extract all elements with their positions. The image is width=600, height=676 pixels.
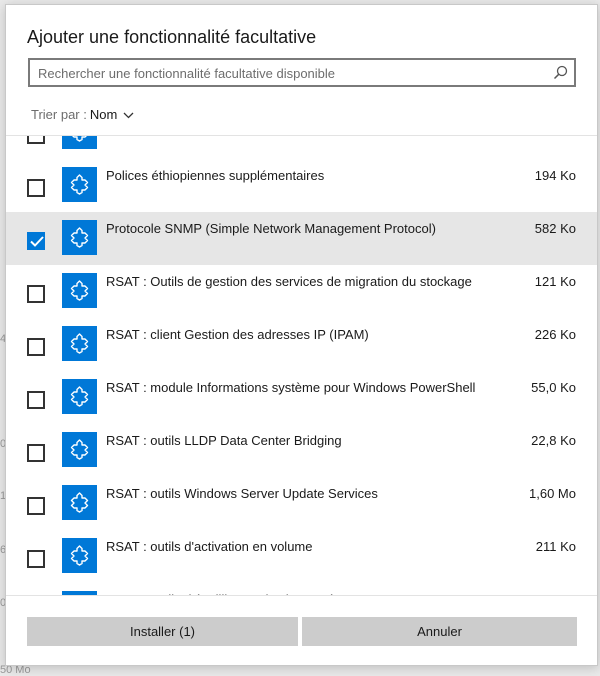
feature-checkbox[interactable] xyxy=(27,285,45,303)
puzzle-gear-icon xyxy=(70,386,89,407)
feature-row[interactable]: Protocole SNMP (Simple Network Managemen… xyxy=(6,212,597,265)
feature-name: Protocole SNMP (Simple Network Managemen… xyxy=(106,221,436,236)
feature-name: RSAT : Outils de gestion des services de… xyxy=(106,274,472,289)
feature-checkbox[interactable] xyxy=(27,497,45,515)
feature-size: 267 Ko xyxy=(535,592,576,595)
feature-row[interactable]: RSAT : outils LLDP Data Center Bridging 2… xyxy=(6,424,597,477)
feature-icon xyxy=(62,136,97,149)
checkmark-icon xyxy=(30,236,44,247)
feature-icon xyxy=(62,326,97,361)
feature-name: Polices éthiopiennes supplémentaires xyxy=(106,168,325,183)
feature-name: RSAT : outils LLDP Data Center Bridging xyxy=(106,433,342,448)
search-icon[interactable] xyxy=(553,65,568,80)
add-optional-feature-dialog: Ajouter une fonctionnalité facultative T… xyxy=(5,4,598,666)
feature-row[interactable]: RSAT : Outils de gestion des services de… xyxy=(6,265,597,318)
cancel-button[interactable]: Annuler xyxy=(302,617,577,646)
feature-icon xyxy=(62,220,97,255)
chevron-down-icon xyxy=(123,112,134,119)
feature-icon xyxy=(62,379,97,414)
sort-dropdown[interactable]: Trier par : Nom xyxy=(31,107,134,122)
feature-checkbox[interactable] xyxy=(27,550,45,568)
feature-size: 1,60 Mo xyxy=(529,486,576,501)
sort-value: Nom xyxy=(89,107,118,122)
puzzle-gear-icon xyxy=(70,333,89,354)
puzzle-gear-icon xyxy=(72,136,87,142)
feature-icon xyxy=(62,591,97,595)
puzzle-gear-icon xyxy=(70,227,89,248)
feature-name: RSAT : outils Windows Server Update Serv… xyxy=(106,486,378,501)
puzzle-gear-icon xyxy=(70,439,89,460)
feature-checkbox[interactable] xyxy=(27,179,45,197)
feature-size: 121 Ko xyxy=(534,274,576,289)
install-button[interactable]: Installer (1) xyxy=(27,617,298,646)
feature-size: 194 Ko xyxy=(534,168,576,183)
feature-icon xyxy=(62,167,97,202)
search-input[interactable] xyxy=(38,65,538,81)
feature-checkbox[interactable] xyxy=(27,444,45,462)
puzzle-gear-icon xyxy=(70,545,89,566)
feature-row[interactable]: RSAT : client Gestion des adresses IP (I… xyxy=(6,318,597,371)
puzzle-gear-icon xyxy=(70,280,89,301)
feature-size: 211 Ko xyxy=(535,539,576,554)
feature-checkbox[interactable] xyxy=(27,338,45,356)
feature-name: RSAT : outils d'équilibrage de charge ré… xyxy=(106,592,362,595)
feature-checkbox[interactable] xyxy=(27,391,45,409)
search-box[interactable] xyxy=(28,58,576,87)
feature-row[interactable]: Polices éthiopiennes supplémentaires 194 … xyxy=(6,159,597,212)
feature-icon xyxy=(62,538,97,573)
feature-size: 226 Ko xyxy=(534,327,576,342)
dialog-title: Ajouter une fonctionnalité facultative xyxy=(27,27,317,47)
feature-row[interactable] xyxy=(6,136,597,159)
puzzle-gear-icon xyxy=(70,174,89,195)
feature-row[interactable]: RSAT : outils Windows Server Update Serv… xyxy=(6,477,597,530)
feature-list[interactable]: Polices éthiopiennes supplémentaires 194 … xyxy=(6,135,597,596)
feature-name: RSAT : client Gestion des adresses IP (I… xyxy=(106,327,369,342)
feature-name: RSAT : module Informations système pour … xyxy=(106,380,476,395)
feature-size: 22,8 Ko xyxy=(531,433,576,448)
sort-label: Trier par : xyxy=(31,107,87,122)
feature-checkbox[interactable] xyxy=(27,136,45,144)
feature-name: RSAT : outils d'activation en volume xyxy=(106,539,313,554)
feature-size: 582 Ko xyxy=(534,221,576,236)
feature-icon xyxy=(62,485,97,520)
feature-checkbox[interactable] xyxy=(27,232,45,250)
puzzle-gear-icon xyxy=(70,492,89,513)
feature-icon xyxy=(62,273,97,308)
feature-size: 55,0 Ko xyxy=(531,380,576,395)
feature-row[interactable]: RSAT : outils d'équilibrage de charge ré… xyxy=(6,583,597,595)
feature-icon xyxy=(62,432,97,467)
feature-row[interactable]: RSAT : outils d'activation en volume 211 … xyxy=(6,530,597,583)
feature-row[interactable]: RSAT : module Informations système pour … xyxy=(6,371,597,424)
